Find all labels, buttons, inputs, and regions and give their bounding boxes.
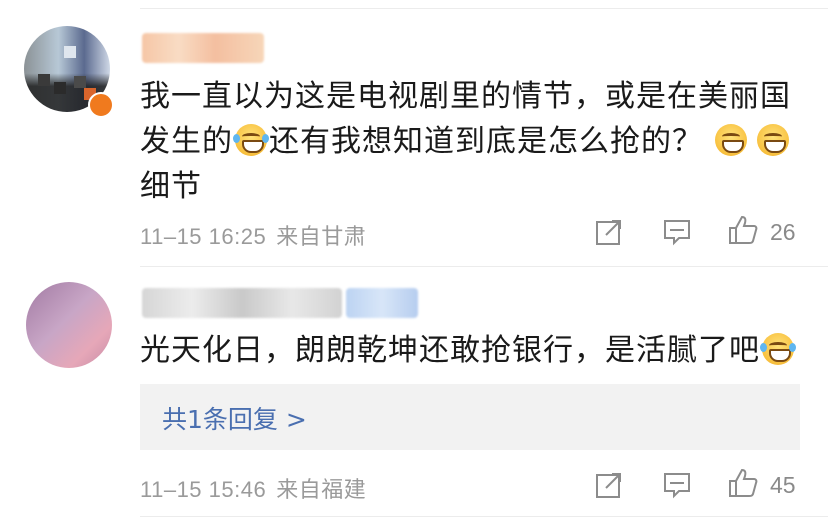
reply-preview-box[interactable]: 共1条回复 > (140, 384, 800, 450)
comment-meta: 11–15 15:46 来自福建 (140, 472, 366, 504)
username-blurred[interactable] (142, 288, 342, 318)
like-count: 26 (770, 219, 796, 245)
like-icon[interactable] (727, 467, 759, 499)
top-divider (140, 8, 828, 9)
share-icon[interactable] (594, 217, 624, 247)
comment-divider (140, 266, 828, 267)
comment-location: 来自福建 (276, 477, 367, 502)
laugh-cry-emoji-icon (760, 333, 796, 365)
like-count: 45 (770, 472, 796, 498)
grin-emoji-icon (757, 124, 789, 156)
like-icon[interactable] (727, 214, 759, 246)
comment-meta: 11–15 16:25 来自甘肃 (140, 219, 366, 251)
comment-text-segment: 发生的 (140, 124, 233, 159)
comment-text-line: 细节 (140, 169, 202, 204)
grin-emoji-icon (715, 124, 747, 156)
username-blurred[interactable] (142, 33, 264, 63)
comment-text: 光天化日，朗朗乾坤还敢抢银行，是活腻了吧 (140, 328, 800, 373)
comment-text: 我一直以为这是电视剧里的情节，或是在美丽国 发生的 还有我想知道到底是怎么抢的？ … (140, 74, 800, 209)
comment-date: 11–15 15:46 (140, 477, 267, 502)
comment-text-line: 光天化日，朗朗乾坤还敢抢银行，是活腻了吧 (140, 333, 760, 368)
verified-badge-icon (88, 92, 114, 118)
laugh-cry-emoji-icon (233, 124, 269, 156)
comment-icon[interactable] (662, 470, 692, 500)
user-tag-blurred[interactable] (346, 288, 418, 318)
comment-icon[interactable] (662, 217, 692, 247)
comment-text-line: 我一直以为这是电视剧里的情节，或是在美丽国 (140, 79, 791, 114)
comment-date: 11–15 16:25 (140, 224, 267, 249)
view-replies-link[interactable]: 共1条回复 > (162, 400, 307, 436)
user-avatar[interactable] (26, 282, 112, 368)
comment-location: 来自甘肃 (276, 224, 367, 249)
comment-text-segment: 还有我想知道到底是怎么抢的？ (269, 124, 703, 159)
share-icon[interactable] (594, 470, 624, 500)
bottom-divider (140, 516, 828, 517)
